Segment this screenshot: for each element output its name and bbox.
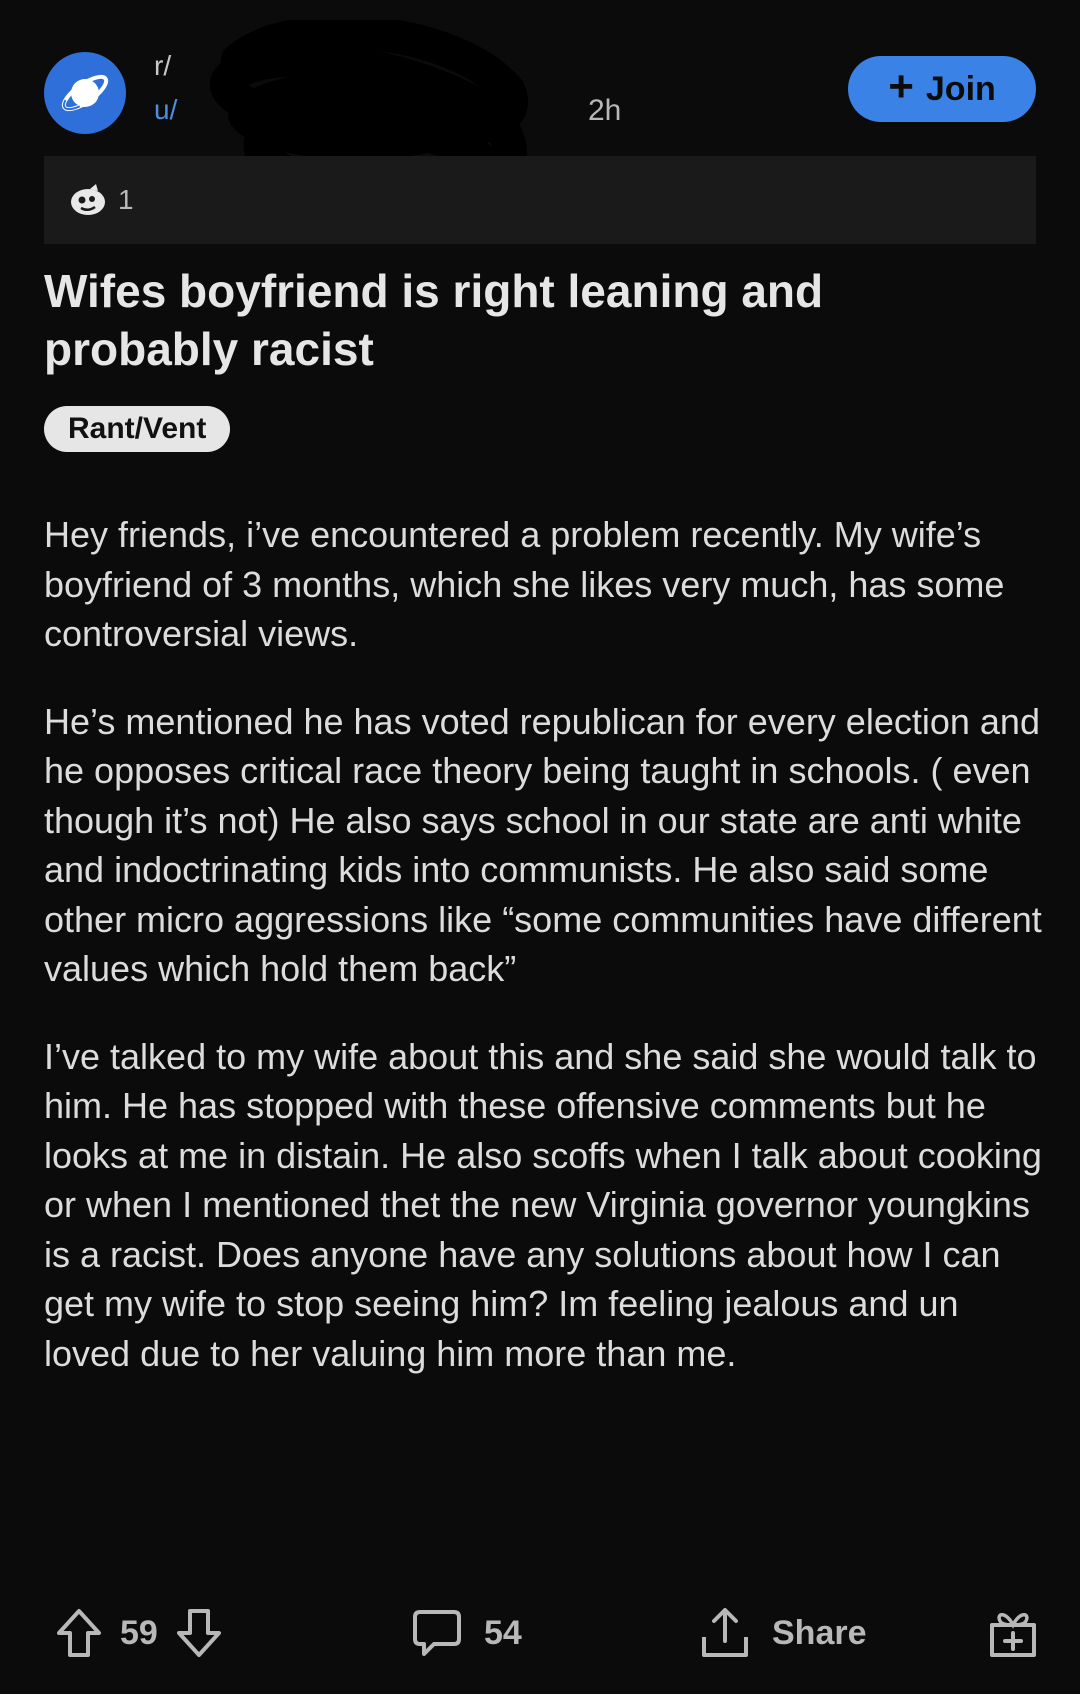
upvote-arrow-icon[interactable]: [56, 1608, 102, 1658]
body-paragraph: He’s mentioned he has voted republican f…: [44, 700, 1042, 990]
downvote-arrow-icon[interactable]: [176, 1608, 222, 1658]
post-title[interactable]: Wifes boyfriend is right leaning and pro…: [44, 262, 1004, 378]
post-body: Hey friends, i’ve encountered a problem …: [44, 510, 1044, 1416]
award-icon: [71, 184, 105, 215]
share-button[interactable]: Share: [700, 1598, 867, 1668]
award-bar[interactable]: 1: [44, 156, 1036, 244]
subreddit-name[interactable]: r/: [154, 50, 171, 82]
body-paragraph: I’ve talked to my wife about this and sh…: [44, 1035, 1042, 1374]
comment-count: 54: [484, 1613, 522, 1652]
vote-group: 59: [56, 1598, 222, 1668]
post-meta: r/ u/ 2h: [154, 20, 714, 220]
comments-button[interactable]: 54: [412, 1598, 522, 1668]
join-label: Join: [925, 69, 996, 108]
post-time: 2h: [588, 94, 622, 127]
comment-bubble-icon: [413, 1610, 461, 1656]
plus-icon: +: [888, 62, 914, 111]
subreddit-avatar[interactable]: [44, 52, 126, 134]
planet-icon: [61, 74, 109, 112]
give-award-button[interactable]: [988, 1598, 1038, 1668]
post-header: r/ u/ 2h + Join: [44, 20, 1036, 220]
body-paragraph: Hey friends, i’ve encountered a problem …: [44, 514, 1005, 654]
gift-icon: [990, 1613, 1036, 1657]
post-action-bar: 59 54 Share: [44, 1598, 1044, 1668]
join-button[interactable]: + Join: [848, 56, 1036, 122]
author-username[interactable]: u/: [154, 94, 177, 126]
share-icon: [702, 1608, 748, 1657]
award-count: 1: [118, 184, 134, 215]
share-label: Share: [772, 1613, 867, 1652]
vote-count: 59: [120, 1613, 158, 1652]
post-flair[interactable]: Rant/Vent: [44, 406, 231, 452]
